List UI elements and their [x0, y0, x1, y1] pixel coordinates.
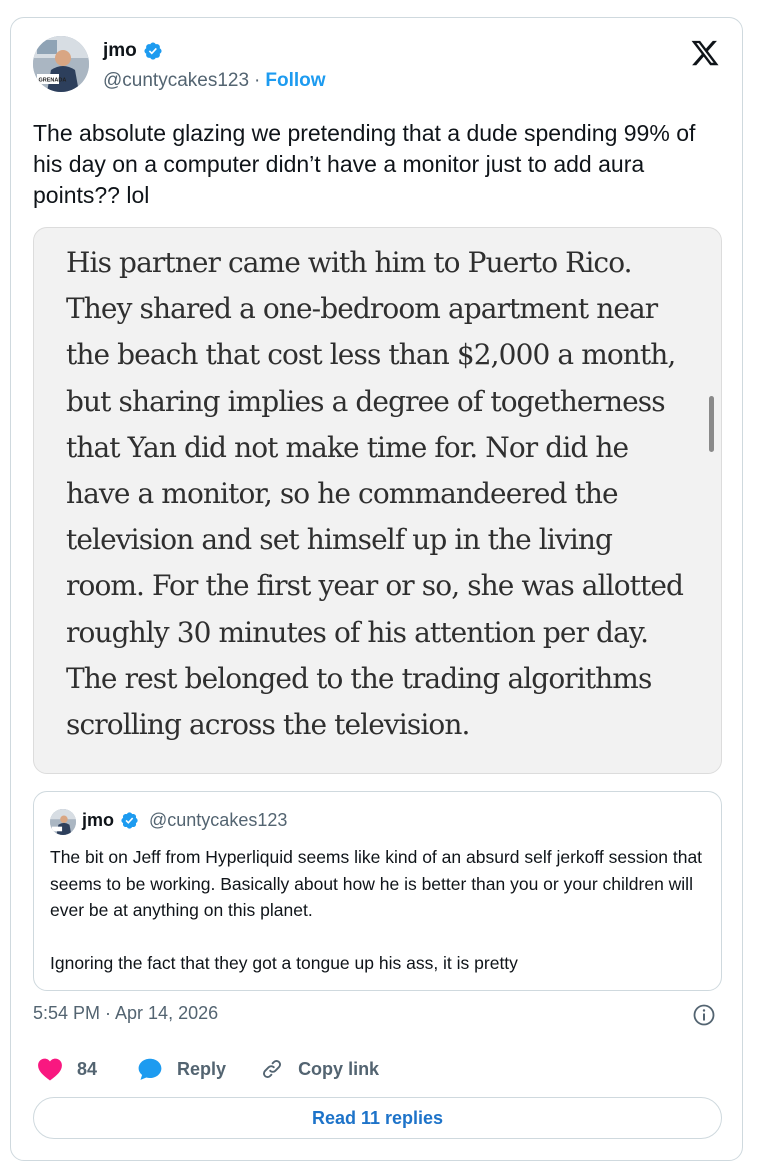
author-name[interactable]: jmo: [103, 40, 137, 62]
quote-avatar-photo: [50, 809, 76, 835]
handle-separator: ·: [254, 70, 261, 91]
tweet-timestamp[interactable]: 5:54 PM · Apr 14, 2026: [33, 1003, 218, 1024]
read-replies-label: Read 11 replies: [311, 1107, 444, 1128]
read-replies-button[interactable]: Read 11 replies: [33, 1097, 722, 1139]
tweet-card: GRENADA jmo @cuntycakes123 · Follow The …: [10, 17, 743, 1161]
info-icon[interactable]: [692, 1003, 716, 1027]
heart-icon: [38, 1058, 62, 1081]
author-avatar[interactable]: GRENADA: [33, 36, 89, 92]
like-count: 84: [77, 1058, 98, 1079]
author-handle[interactable]: @cuntycakes123: [103, 70, 249, 92]
reply-button[interactable]: Reply: [97, 1056, 226, 1082]
follow-button[interactable]: Follow: [265, 70, 325, 92]
reply-bubble-icon: [138, 1058, 162, 1080]
like-button[interactable]: 84: [37, 1057, 97, 1081]
quote-author-name: jmo: [82, 810, 115, 830]
quote-text: The bit on Jeff from Hyperliquid seems l…: [50, 847, 703, 973]
media-scrollbar: [709, 396, 714, 452]
x-logo-icon[interactable]: [690, 38, 720, 68]
reply-label: Reply: [177, 1058, 227, 1079]
tweet-media-image[interactable]: His partner came with him to Puerto Rico…: [33, 227, 722, 774]
verified-badge-icon: [144, 42, 162, 60]
copy-link-button[interactable]: Copy link: [226, 1057, 379, 1081]
quoted-tweet[interactable]: jmo @cuntycakes123 The bit on Jeff from …: [33, 791, 722, 991]
media-article-text: His partner came with him to Puerto Rico…: [66, 246, 684, 742]
link-icon: [263, 1060, 282, 1078]
quote-verified-badge-icon: [121, 812, 138, 829]
avatar-photo: GRENADA: [33, 36, 89, 92]
quote-author-handle: @cuntycakes123: [149, 810, 288, 830]
copy-link-label: Copy link: [298, 1058, 380, 1079]
avatar-desk-sign: GRENADA: [39, 78, 67, 84]
quote-avatar: [50, 809, 76, 835]
tweet-text: The absolute glazing we pretending that …: [33, 120, 696, 208]
